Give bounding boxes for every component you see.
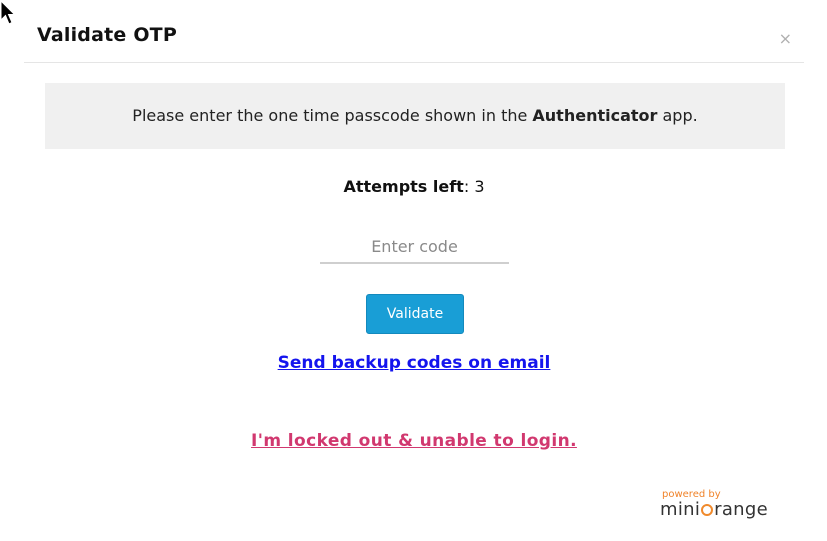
locked-out-link-row: I'm locked out & unable to login. [24, 431, 804, 451]
instruction-text-prefix: Please enter the one time passcode shown… [132, 106, 533, 125]
attempts-left: Attempts left: 3 [24, 177, 804, 196]
send-backup-codes-link[interactable]: Send backup codes on email [278, 353, 551, 373]
miniorange-logo: mini range [660, 499, 768, 520]
miniorange-branding: powered by mini range [660, 489, 790, 529]
otp-code-input[interactable] [320, 231, 509, 264]
backup-link-row: Send backup codes on email [24, 353, 804, 373]
validate-otp-dialog: Validate OTP × Please enter the one time… [24, 0, 804, 541]
attempts-separator: : [463, 177, 470, 196]
brand-text-right: range [714, 499, 768, 520]
attempts-left-count: 3 [474, 177, 485, 196]
locked-out-link[interactable]: I'm locked out & unable to login. [251, 431, 577, 451]
close-icon[interactable]: × [779, 31, 792, 47]
orange-icon [701, 504, 714, 516]
dialog-header: Validate OTP × [24, 0, 804, 63]
dialog-title: Validate OTP [37, 24, 177, 46]
brand-text-left: mini [660, 499, 701, 520]
instruction-text-suffix: app. [657, 106, 698, 125]
instruction-box: Please enter the one time passcode shown… [45, 83, 785, 149]
mouse-pointer-icon [0, 0, 16, 25]
authenticator-app-name: Authenticator [532, 106, 658, 125]
validate-button[interactable]: Validate [366, 294, 464, 334]
attempts-left-label: Attempts left [343, 177, 464, 196]
screen: Validate OTP × Please enter the one time… [0, 0, 827, 541]
